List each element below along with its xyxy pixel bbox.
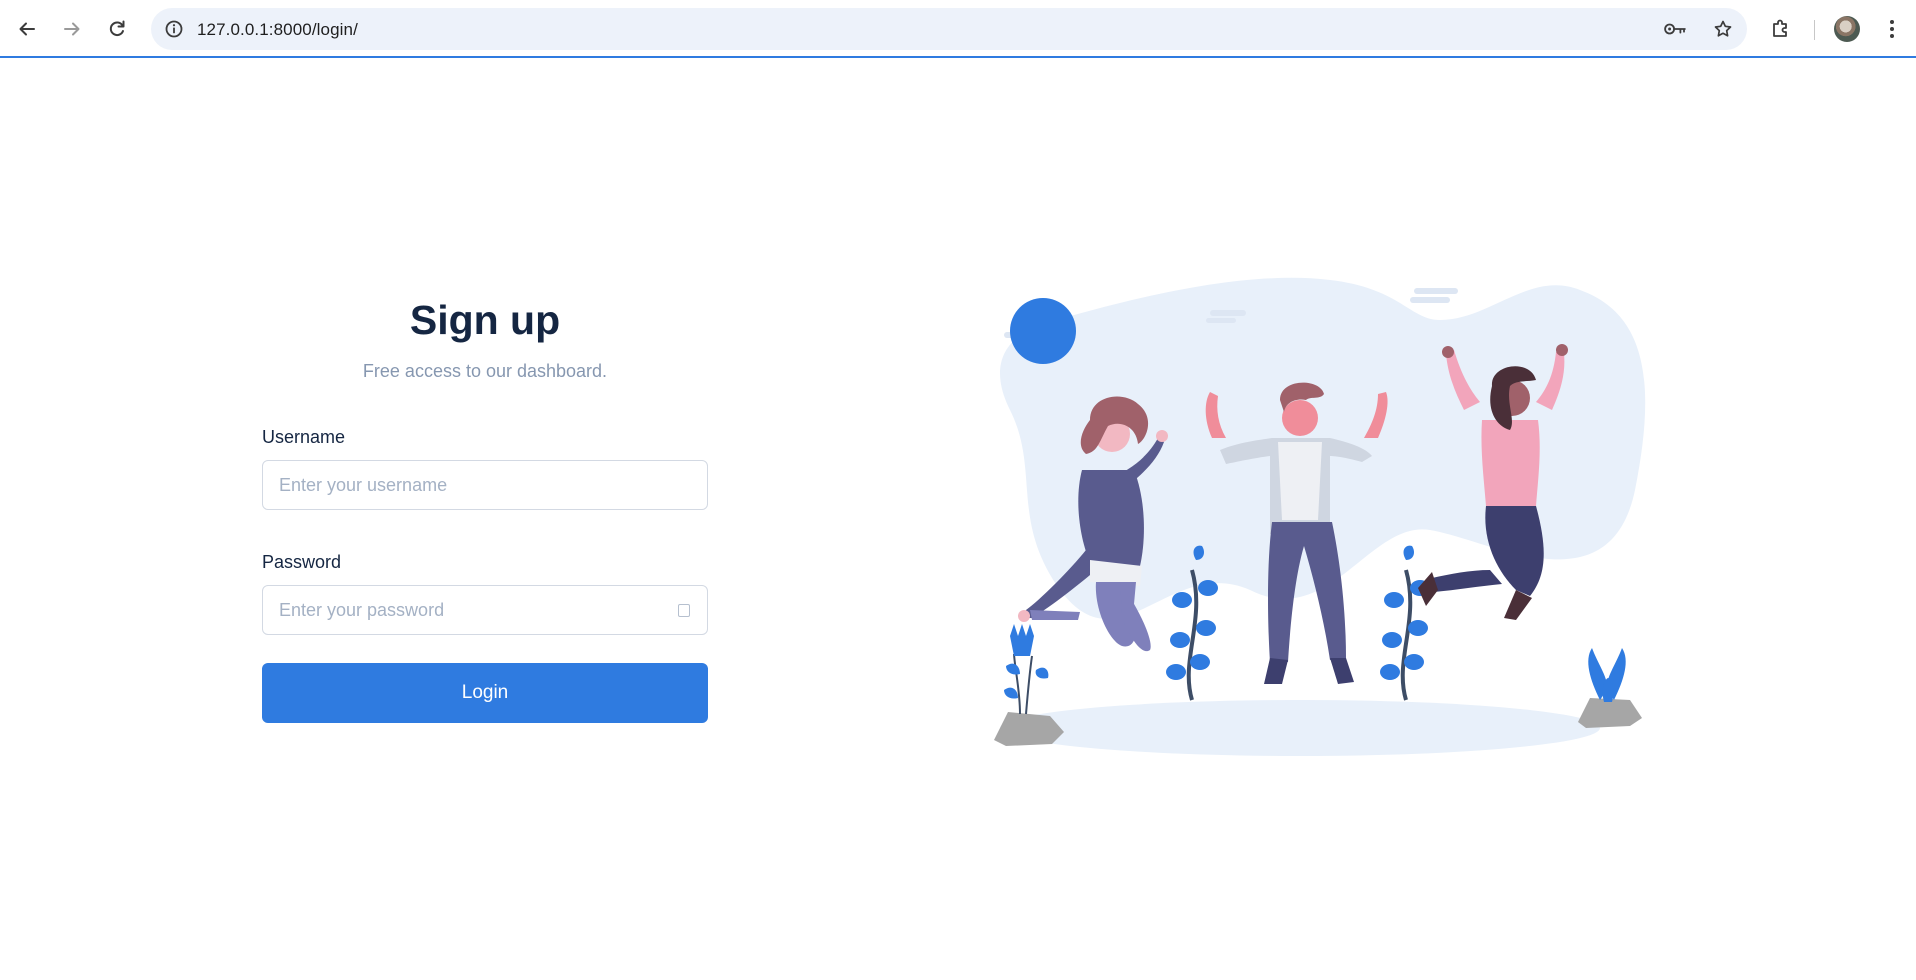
page-subtitle: Free access to our dashboard. [362,361,608,381]
more-vert-icon [1890,20,1894,38]
reload-icon [109,20,125,37]
browser-toolbar: 127.0.0.1:8000/login/ [0,0,1916,58]
login-button[interactable]: Login [262,663,708,723]
browser-menu-button[interactable] [1879,14,1905,44]
password-key-icon[interactable] [1662,17,1688,41]
url-text[interactable]: 127.0.0.1:8000/login/ [197,20,358,40]
jumping-people-illustration [994,277,1646,756]
site-info-icon[interactable] [161,16,187,42]
back-arrow-icon [19,22,35,36]
bookmark-star-icon[interactable] [1710,17,1736,41]
username-label: Username [262,427,346,447]
address-bar[interactable]: 127.0.0.1:8000/login/ [151,8,1747,50]
flower-plant-right [1588,648,1626,702]
rock-right [1578,698,1642,728]
extensions-button[interactable] [1766,14,1796,44]
password-input[interactable] [263,586,707,634]
username-field-wrapper [262,460,708,510]
toolbar-divider [1814,20,1815,40]
reload-button[interactable] [100,12,134,46]
extensions-puzzle-icon [1773,19,1787,37]
flower-plant-left [1004,624,1049,715]
back-button[interactable] [10,12,44,46]
login-form: Sign up Free access to our dashboard. Us… [262,290,708,723]
sun-circle [1010,298,1076,364]
ground-ellipse [1000,700,1600,756]
password-visibility-icon[interactable] [678,604,690,617]
forward-arrow-icon [64,22,80,36]
cloud-shape [1410,288,1458,303]
username-input[interactable] [263,461,707,509]
profile-avatar[interactable] [1834,16,1860,42]
forward-button[interactable] [55,12,89,46]
password-field-wrapper [262,585,708,635]
leafy-plant-2 [1380,545,1430,701]
password-label: Password [262,552,342,572]
page-title: Sign up [409,297,561,343]
